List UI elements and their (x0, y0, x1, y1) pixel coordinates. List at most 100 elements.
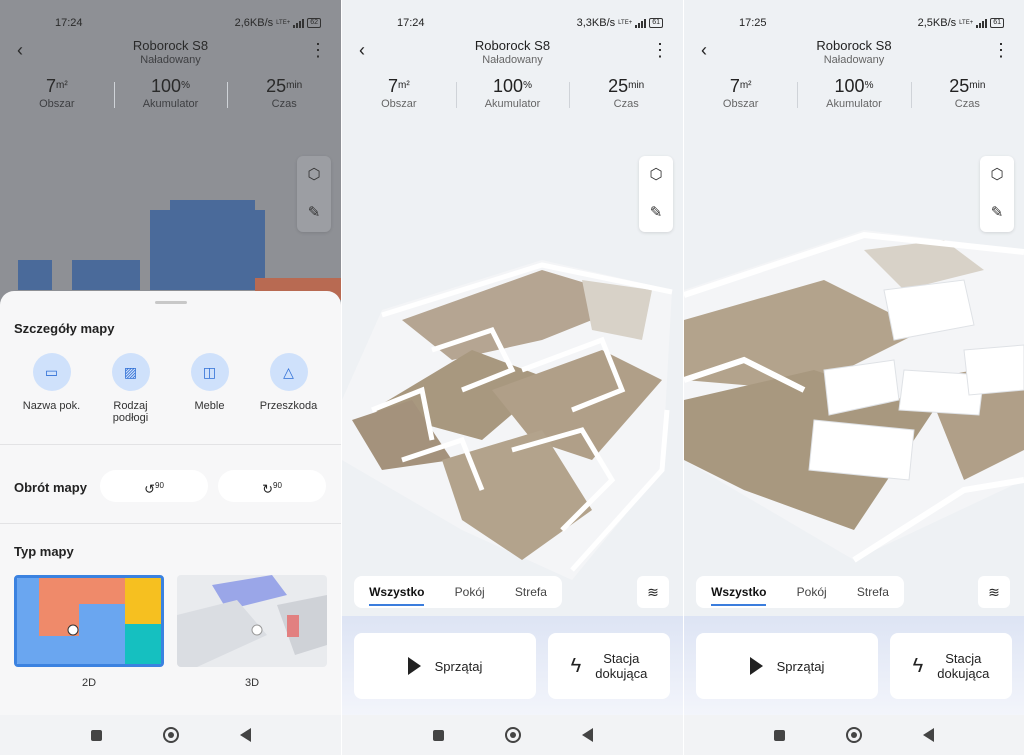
status-time: 17:24 (397, 17, 425, 29)
recents-icon[interactable] (774, 729, 786, 741)
stat-time: 25min Czas (569, 76, 683, 120)
detail-label: Rodzaj podłogi (112, 400, 149, 424)
status-right: 3,3KB/s LTE+ 61 (577, 17, 663, 29)
battery-value: 100 (493, 76, 524, 96)
stat-area: 7m² Obszar (684, 76, 797, 120)
lte-icon: LTE+ (276, 20, 291, 26)
system-nav-bar (0, 715, 341, 755)
status-right: 2,6KB/s LTE+ 62 (235, 17, 321, 29)
screen-map-settings: 17:24 2,6KB/s LTE+ 62 ‹ Roborock S8 Nała… (0, 0, 341, 755)
time-label: Czas (613, 98, 639, 110)
map-tools: ⬡ ✎ (980, 156, 1014, 232)
nav-back-icon[interactable] (922, 728, 934, 742)
tab-room[interactable]: Pokój (797, 585, 827, 599)
room-name-icon: ▭ (32, 353, 71, 391)
rotate-right-icon: ↻ (262, 481, 273, 497)
details-row: ▭ Nazwa pok. ▨ Rodzaj podłogi ◫ Meble △ … (0, 353, 341, 424)
device-status: Naładowany (482, 54, 543, 66)
area-tabs: Wszystko Pokój Strefa (696, 576, 904, 608)
tab-zone[interactable]: Strefa (857, 585, 889, 599)
map-3d-view[interactable] (684, 230, 1024, 580)
time-unit: min (969, 80, 986, 91)
signal-icon (976, 18, 988, 28)
area-unit: m² (739, 80, 752, 91)
time-unit: min (628, 80, 645, 91)
detail-label: Przeszkoda (259, 400, 318, 412)
map-3d-view[interactable] (342, 230, 683, 580)
status-bar: 17:25 2,5KB/s LTE+ 61 (684, 14, 1024, 32)
area-value: 7 (387, 76, 398, 96)
status-right: 2,5KB/s LTE+ 61 (918, 17, 1004, 29)
battery-value: 100 (834, 76, 865, 96)
more-vert-icon[interactable]: ⋮ (309, 40, 327, 60)
sheet-handle[interactable] (155, 301, 187, 304)
app-header: ‹ Roborock S8 Naładowany ⋮ (342, 36, 683, 72)
clean-button[interactable]: Sprzątaj (354, 633, 536, 699)
floor-type-icon: ▨ (111, 353, 150, 391)
dock-station-button[interactable]: ϟ Stacja dokująca (890, 633, 1012, 699)
system-nav-bar (342, 715, 683, 755)
back-arrow-icon[interactable]: ‹ (12, 40, 28, 60)
recents-icon[interactable] (432, 729, 444, 741)
stat-battery: 100% Akumulator (113, 76, 228, 120)
layers-icon[interactable]: ≋ (978, 576, 1010, 608)
detail-floor-type[interactable]: ▨ Rodzaj podłogi (91, 353, 170, 424)
clean-button[interactable]: Sprzątaj (696, 633, 878, 699)
detail-furniture[interactable]: ◫ Meble (170, 353, 249, 424)
dock-station-button[interactable]: ϟ Stacja dokująca (548, 633, 670, 699)
stats-row: 7m² Obszar 100% Akumulator 25min Czas (342, 76, 683, 120)
nav-back-icon[interactable] (239, 728, 251, 742)
obstacle-icon: △ (269, 353, 308, 391)
stats-row: 7m² Obszar 100% Akumulator 25min Czas (0, 76, 341, 120)
recents-icon[interactable] (90, 729, 102, 741)
lightning-icon: ϟ (912, 654, 924, 677)
device-title: Roborock S8 (132, 38, 209, 53)
map-tools: ⬡ ✎ (639, 156, 673, 232)
maptype-3d-option[interactable] (177, 575, 327, 667)
maptype-2d-label: 2D (81, 677, 97, 689)
tab-all[interactable]: Wszystko (711, 585, 767, 606)
back-arrow-icon[interactable]: ‹ (696, 40, 712, 60)
lte-icon: LTE+ (618, 20, 633, 26)
more-vert-icon[interactable]: ⋮ (651, 40, 669, 60)
map-3d-thumbnail (177, 575, 327, 667)
play-icon (407, 657, 421, 675)
layers-icon[interactable]: ≋ (637, 576, 669, 608)
home-icon[interactable] (162, 727, 179, 743)
home-icon[interactable] (845, 727, 862, 743)
area-value: 7 (45, 76, 56, 96)
cube-3d-icon[interactable]: ⬡ (639, 156, 673, 194)
screen-3d-map-zoomed: 17:25 2,5KB/s LTE+ 61 ‹ Roborock S8 Nała… (684, 0, 1024, 755)
detail-obstacle[interactable]: △ Przeszkoda (249, 353, 328, 424)
cube-3d-icon[interactable]: ⬡ (297, 156, 331, 194)
tab-zone[interactable]: Strefa (515, 585, 547, 599)
home-icon[interactable] (504, 727, 521, 743)
more-vert-icon[interactable]: ⋮ (992, 40, 1010, 60)
device-status: Naładowany (140, 54, 201, 66)
rotate-left-button[interactable]: ↺90 (100, 470, 208, 502)
play-icon (749, 657, 763, 675)
action-panel: Sprzątaj ϟ Stacja dokująca (342, 616, 683, 716)
action-panel: Sprzątaj ϟ Stacja dokująca (684, 616, 1024, 716)
area-label: Obszar (381, 98, 417, 110)
area-label: Obszar (722, 98, 759, 110)
tab-all[interactable]: Wszystko (369, 585, 425, 606)
cube-3d-icon[interactable]: ⬡ (980, 156, 1014, 194)
battery-unit: % (864, 80, 874, 91)
dock-label-line1: Stacja (945, 651, 982, 666)
dock-label-line1: Stacja (603, 651, 640, 666)
map-edit-icon[interactable]: ✎ (980, 194, 1014, 232)
rotate-title: Obrót mapy (14, 480, 87, 495)
back-arrow-icon[interactable]: ‹ (354, 40, 370, 60)
map-edit-icon[interactable]: ✎ (639, 194, 673, 232)
lte-icon: LTE+ (959, 20, 974, 26)
nav-back-icon[interactable] (581, 728, 593, 742)
detail-room-name[interactable]: ▭ Nazwa pok. (12, 353, 91, 424)
battery-value: 100 (151, 76, 182, 96)
tab-room[interactable]: Pokój (455, 585, 485, 599)
maptype-2d-option[interactable] (14, 575, 164, 667)
battery-unit: % (181, 80, 190, 91)
rotate-right-button[interactable]: ↻90 (218, 470, 326, 502)
battery-label: Akumulator (142, 98, 199, 110)
stat-area: 7m² Obszar (0, 76, 114, 120)
